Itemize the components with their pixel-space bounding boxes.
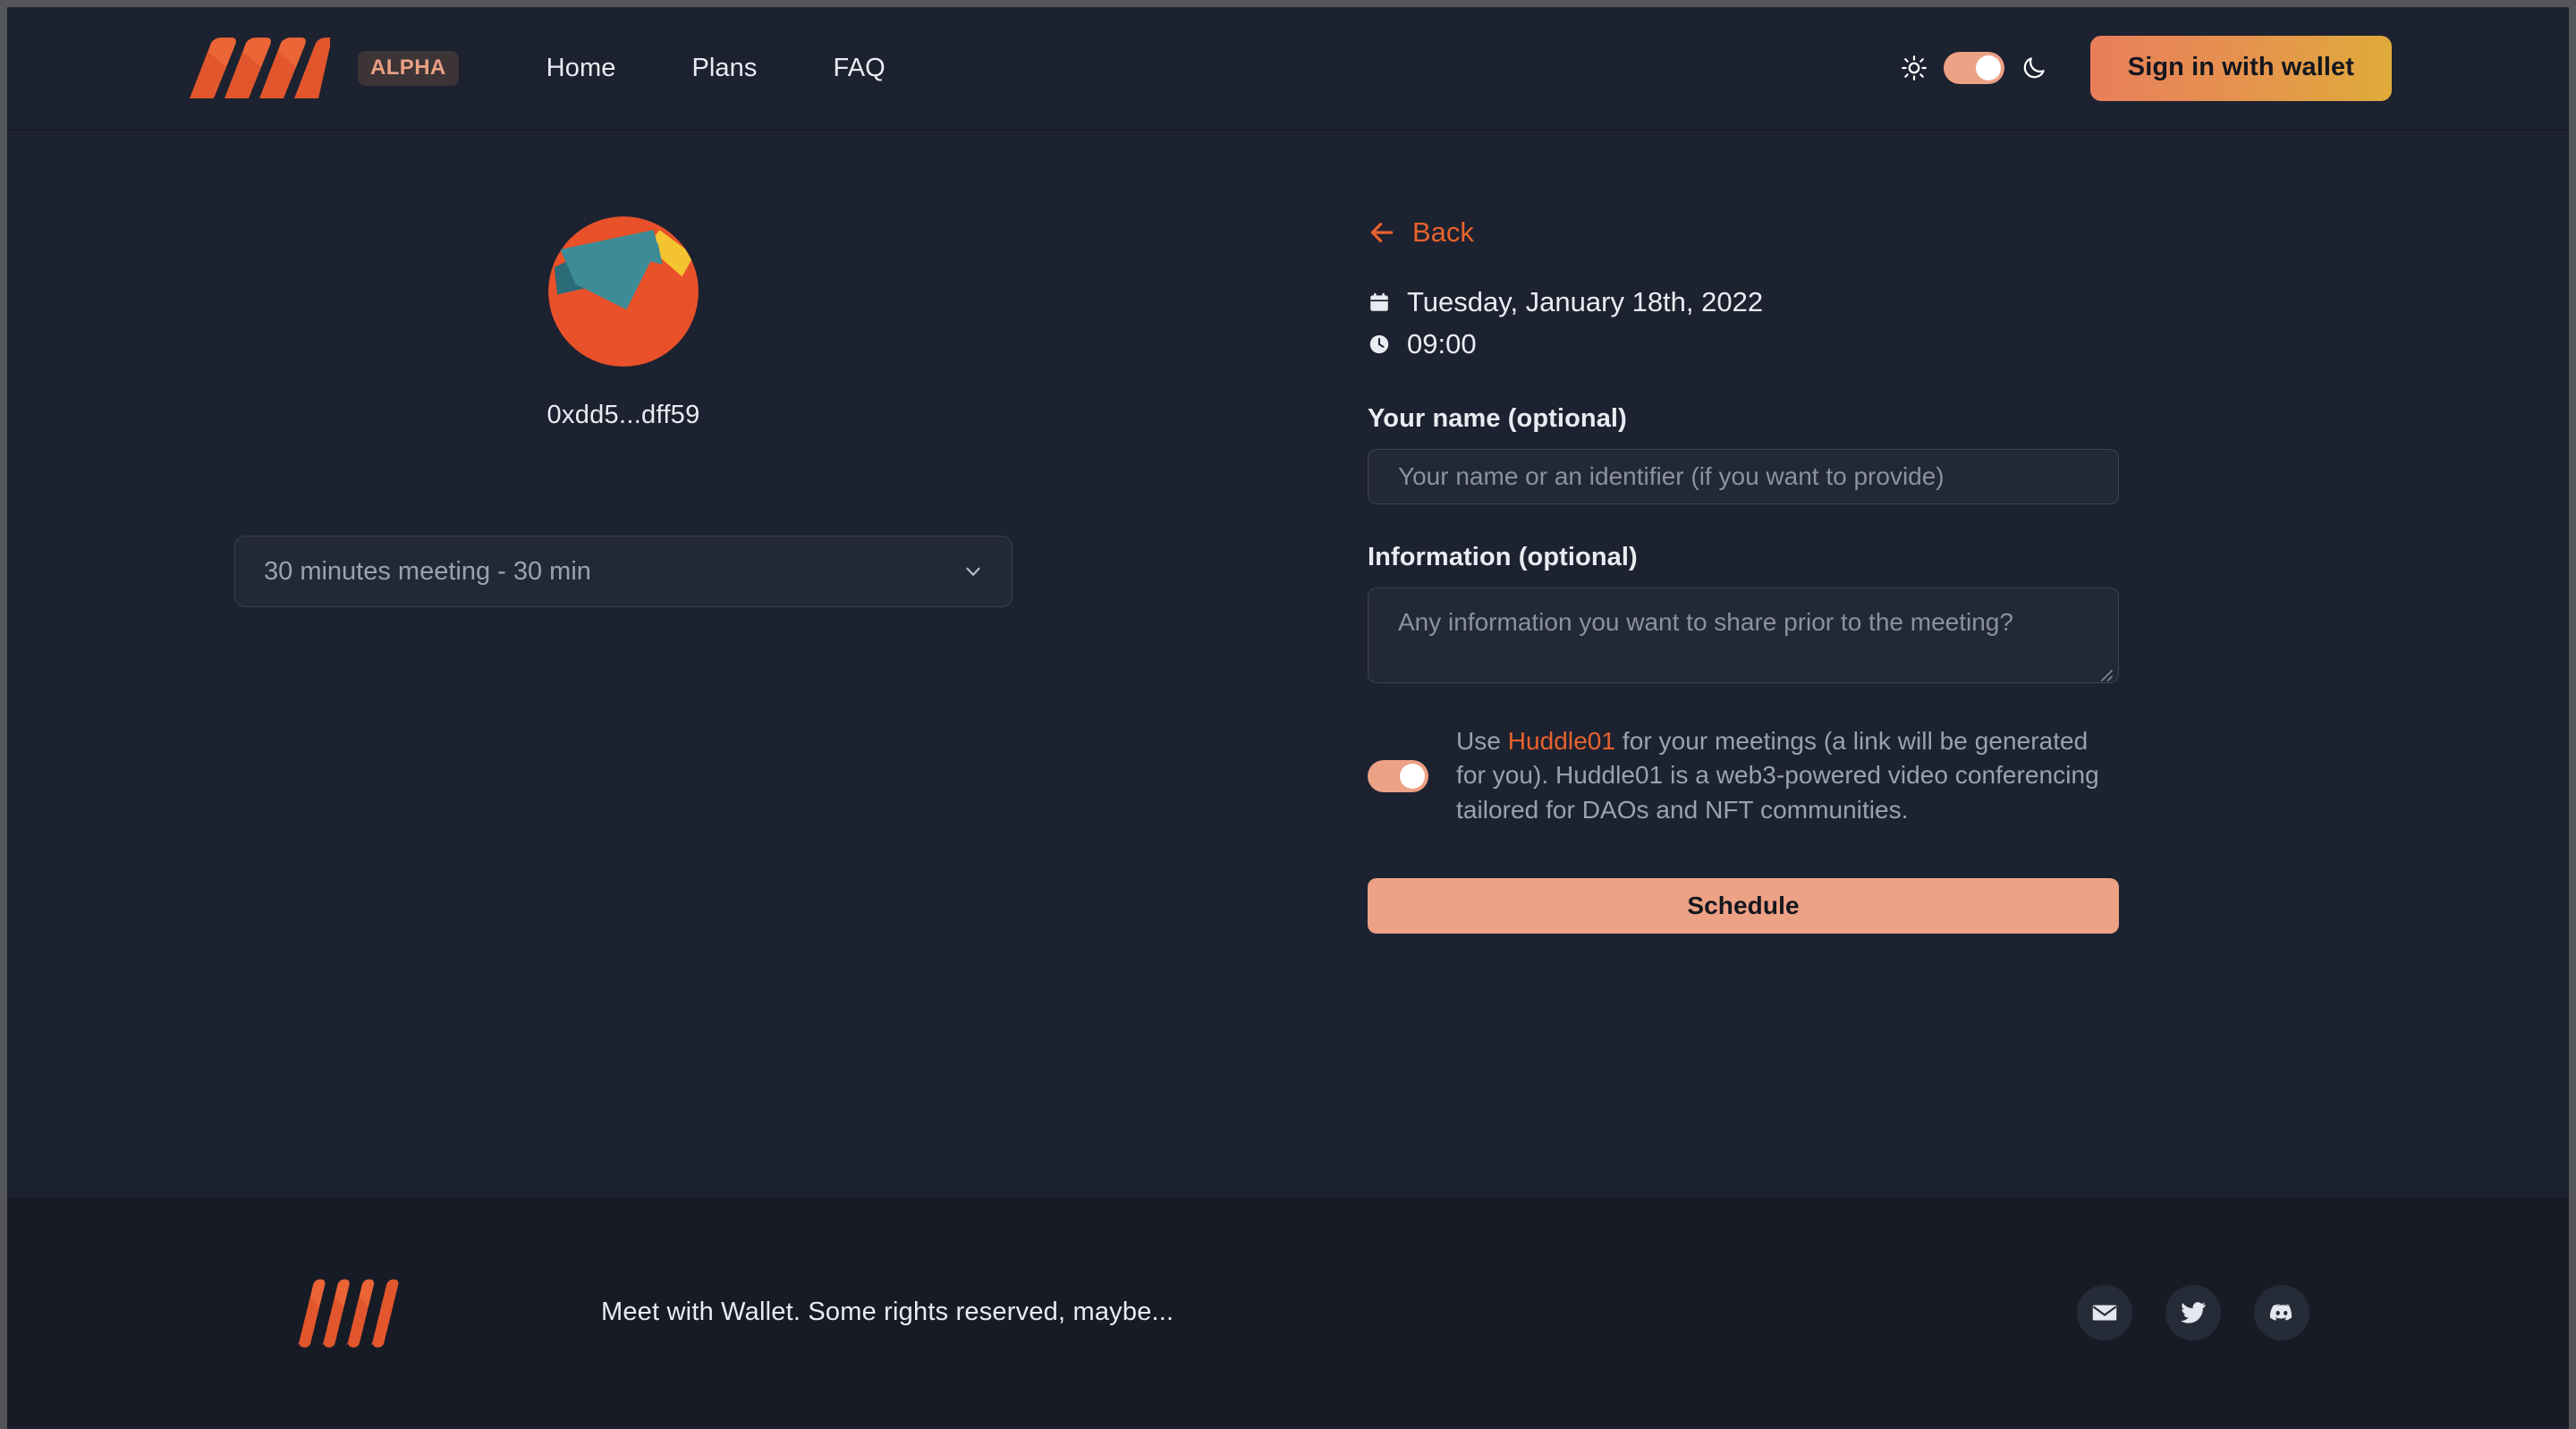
theme-toggle-group[interactable] xyxy=(1901,52,2047,84)
meeting-duration-value: 30 minutes meeting - 30 min xyxy=(264,556,591,586)
meeting-date-row: Tuesday, January 18th, 2022 xyxy=(1368,286,2119,318)
meet-with-wallet-logo-footer xyxy=(297,1279,399,1348)
logo-link[interactable] xyxy=(184,38,331,98)
theme-switch-knob xyxy=(1975,55,2001,80)
nav-link-home[interactable]: Home xyxy=(547,54,616,83)
meet-with-wallet-logo xyxy=(190,38,330,98)
huddle-option-row: Use Huddle01 for your meetings (a link w… xyxy=(1368,724,2119,827)
email-social-link[interactable] xyxy=(2077,1284,2132,1340)
huddle-text-before: Use xyxy=(1456,727,1508,755)
meeting-duration-select[interactable]: 30 minutes meeting - 30 min xyxy=(234,536,1013,607)
browser-viewport: ALPHA Home Plans FAQ Sign in with wallet xyxy=(7,7,2569,1429)
sign-in-with-wallet-button[interactable]: Sign in with wallet xyxy=(2089,35,2392,101)
meeting-time-row: 09:00 xyxy=(1368,328,2119,360)
footer-social-links xyxy=(2077,1284,2309,1340)
arrow-left-icon xyxy=(1370,223,1394,242)
huddle-toggle-knob xyxy=(1400,763,1425,789)
information-textarea[interactable] xyxy=(1368,588,2119,683)
back-link[interactable]: Back xyxy=(1368,216,1474,249)
chevron-down-icon xyxy=(966,567,980,576)
schedule-button[interactable]: Schedule xyxy=(1368,878,2119,934)
meeting-date: Tuesday, January 18th, 2022 xyxy=(1407,286,1764,317)
discord-social-link[interactable] xyxy=(2254,1284,2309,1340)
information-field-label: Information (optional) xyxy=(1368,543,1638,571)
sun-icon xyxy=(1901,55,1927,80)
moon-icon xyxy=(2023,57,2045,79)
discord-icon xyxy=(2269,1304,2292,1321)
site-header: ALPHA Home Plans FAQ Sign in with wallet xyxy=(7,7,2569,131)
name-field-label: Your name (optional) xyxy=(1368,404,1627,433)
meeting-time: 09:00 xyxy=(1407,328,1477,359)
booking-form-panel: Back Tuesday, January 18th, 2022 09:00 Y… xyxy=(1368,216,2119,934)
name-input[interactable] xyxy=(1368,449,2119,504)
site-footer: Meet with Wallet. Some rights reserved, … xyxy=(7,1197,2569,1427)
nav-link-faq[interactable]: FAQ xyxy=(833,54,885,83)
email-icon xyxy=(2092,1305,2117,1320)
main-content: 0xdd5...dff59 30 minutes meeting - 30 mi… xyxy=(7,131,2569,1197)
twitter-social-link[interactable] xyxy=(2165,1284,2221,1340)
footer-copyright: Meet with Wallet. Some rights reserved, … xyxy=(601,1298,1174,1326)
alpha-badge: ALPHA xyxy=(358,50,459,86)
clock-icon xyxy=(1369,334,1389,354)
huddle-toggle[interactable] xyxy=(1368,759,1428,792)
header-actions: Sign in with wallet xyxy=(1901,35,2392,101)
back-label: Back xyxy=(1412,216,1474,248)
calendar-icon xyxy=(1370,292,1388,311)
brand-group: ALPHA xyxy=(184,38,459,98)
huddle-description: Use Huddle01 for your meetings (a link w… xyxy=(1456,724,2119,827)
meeting-host-panel: 0xdd5...dff59 30 minutes meeting - 30 mi… xyxy=(234,216,1013,607)
nav-link-plans[interactable]: Plans xyxy=(691,54,757,83)
information-textarea-wrapper xyxy=(1368,572,2119,688)
twitter-icon xyxy=(2181,1301,2206,1323)
wallet-identicon-avatar xyxy=(548,216,699,367)
huddle01-link[interactable]: Huddle01 xyxy=(1508,727,1615,755)
primary-nav: Home Plans FAQ xyxy=(547,54,886,83)
wallet-address: 0xdd5...dff59 xyxy=(547,401,700,429)
theme-switch[interactable] xyxy=(1943,52,2004,84)
